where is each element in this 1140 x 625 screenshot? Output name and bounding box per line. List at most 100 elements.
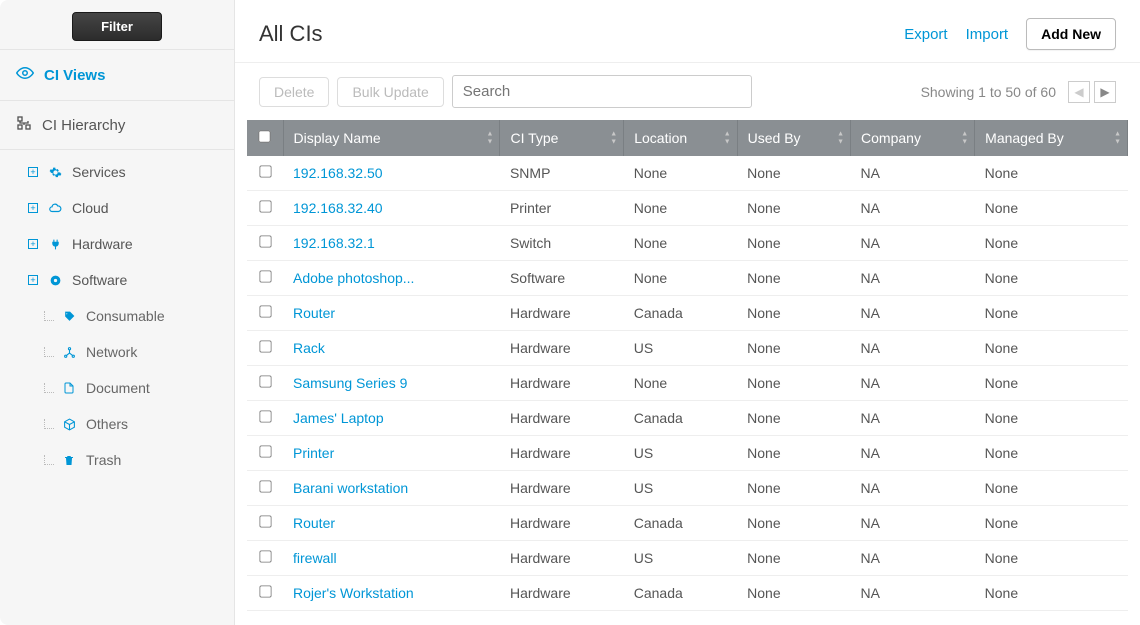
cell-location: Canada	[624, 576, 737, 611]
display-name-link[interactable]: Adobe photoshop...	[293, 270, 414, 286]
tree-line-icon	[44, 383, 54, 393]
column-header-location[interactable]: Location▲▼	[624, 120, 737, 156]
add-new-button[interactable]: Add New	[1026, 18, 1116, 50]
delete-button[interactable]: Delete	[259, 77, 329, 107]
tree-line-icon	[44, 419, 54, 429]
row-checkbox[interactable]	[259, 235, 271, 247]
cell-type: Software	[500, 261, 624, 296]
row-checkbox[interactable]	[259, 410, 271, 422]
page-next-button[interactable]: ▶	[1094, 81, 1116, 103]
trash-icon	[62, 453, 76, 467]
sidebar-item-cloud[interactable]: +Cloud	[0, 190, 234, 226]
cell-location: None	[624, 226, 737, 261]
sidebar-item-consumable[interactable]: Consumable	[0, 298, 234, 334]
row-checkbox[interactable]	[259, 445, 271, 457]
cell-company: NA	[851, 401, 975, 436]
gear-icon	[48, 165, 62, 179]
display-name-link[interactable]: Rack	[293, 340, 325, 356]
row-checkbox[interactable]	[259, 515, 271, 527]
ci-table: Display Name▲▼CI Type▲▼Location▲▼Used By…	[247, 120, 1128, 611]
cell-type: Hardware	[500, 401, 624, 436]
sidebar-item-network[interactable]: Network	[0, 334, 234, 370]
row-checkbox[interactable]	[259, 270, 271, 282]
expand-icon[interactable]: +	[28, 275, 38, 285]
expand-icon[interactable]: +	[28, 167, 38, 177]
page-prev-button[interactable]: ◀	[1068, 81, 1090, 103]
display-name-link[interactable]: Rojer's Workstation	[293, 585, 414, 601]
cell-used-by: None	[737, 331, 850, 366]
cell-managed-by: None	[975, 436, 1128, 471]
sort-icon[interactable]: ▲▼	[724, 131, 731, 146]
row-checkbox[interactable]	[259, 340, 271, 352]
display-name-link[interactable]: James' Laptop	[293, 410, 384, 426]
table-row: PrinterHardwareUSNoneNANone	[247, 436, 1128, 471]
cell-used-by: None	[737, 261, 850, 296]
expand-icon[interactable]: +	[28, 239, 38, 249]
row-checkbox[interactable]	[259, 480, 271, 492]
cloud-icon	[48, 201, 62, 215]
cell-managed-by: None	[975, 261, 1128, 296]
column-header-ci-type[interactable]: CI Type▲▼	[500, 120, 624, 156]
column-header-managed-by[interactable]: Managed By▲▼	[975, 120, 1128, 156]
display-name-link[interactable]: Barani workstation	[293, 480, 408, 496]
cell-location: None	[624, 156, 737, 191]
cell-company: NA	[851, 156, 975, 191]
cell-used-by: None	[737, 401, 850, 436]
cell-used-by: None	[737, 226, 850, 261]
sort-icon[interactable]: ▲▼	[1114, 131, 1121, 146]
cell-company: NA	[851, 576, 975, 611]
row-checkbox[interactable]	[259, 305, 271, 317]
row-checkbox[interactable]	[259, 550, 271, 562]
display-name-link[interactable]: Printer	[293, 445, 334, 461]
cell-managed-by: None	[975, 366, 1128, 401]
row-checkbox[interactable]	[259, 585, 271, 597]
cell-location: Canada	[624, 506, 737, 541]
sidebar-item-services[interactable]: +Services	[0, 154, 234, 190]
row-checkbox[interactable]	[259, 165, 271, 177]
filter-button[interactable]: Filter	[72, 12, 162, 41]
sort-icon[interactable]: ▲▼	[487, 131, 494, 146]
ci-hierarchy-header[interactable]: CI Hierarchy	[0, 101, 234, 150]
select-all-header[interactable]	[247, 120, 283, 156]
select-all-checkbox[interactable]	[259, 130, 271, 142]
expand-icon[interactable]: +	[28, 203, 38, 213]
sort-icon[interactable]: ▲▼	[610, 131, 617, 146]
ci-views-header[interactable]: CI Views	[0, 49, 234, 101]
bulk-update-button[interactable]: Bulk Update	[337, 77, 443, 107]
row-checkbox[interactable]	[259, 375, 271, 387]
column-header-display-name[interactable]: Display Name▲▼	[283, 120, 500, 156]
sidebar-item-trash[interactable]: Trash	[0, 442, 234, 478]
column-header-company[interactable]: Company▲▼	[851, 120, 975, 156]
cell-managed-by: None	[975, 506, 1128, 541]
table-row: RackHardwareUSNoneNANone	[247, 331, 1128, 366]
display-name-link[interactable]: Samsung Series 9	[293, 375, 407, 391]
cell-company: NA	[851, 471, 975, 506]
cell-managed-by: None	[975, 226, 1128, 261]
display-name-link[interactable]: 192.168.32.1	[293, 235, 375, 251]
cell-location: Canada	[624, 401, 737, 436]
display-name-link[interactable]: 192.168.32.40	[293, 200, 383, 216]
sidebar-item-software[interactable]: +Software	[0, 262, 234, 298]
caret-left-icon: ◀	[1074, 85, 1083, 99]
import-button[interactable]: Import	[966, 26, 1009, 43]
column-header-used-by[interactable]: Used By▲▼	[737, 120, 850, 156]
eye-icon	[16, 64, 34, 86]
document-icon	[62, 381, 76, 395]
display-name-link[interactable]: Router	[293, 305, 335, 321]
cell-type: Hardware	[500, 471, 624, 506]
sidebar-item-document[interactable]: Document	[0, 370, 234, 406]
sort-icon[interactable]: ▲▼	[837, 131, 844, 146]
search-input[interactable]	[452, 75, 752, 108]
sidebar-item-label: Trash	[86, 452, 121, 468]
sidebar-item-hardware[interactable]: +Hardware	[0, 226, 234, 262]
export-button[interactable]: Export	[904, 26, 947, 43]
row-checkbox[interactable]	[259, 200, 271, 212]
sort-icon[interactable]: ▲▼	[961, 131, 968, 146]
cell-managed-by: None	[975, 471, 1128, 506]
sidebar-item-others[interactable]: Others	[0, 406, 234, 442]
cell-location: US	[624, 541, 737, 576]
display-name-link[interactable]: firewall	[293, 550, 337, 566]
table-row: Rojer's WorkstationHardwareCanadaNoneNAN…	[247, 576, 1128, 611]
display-name-link[interactable]: 192.168.32.50	[293, 165, 383, 181]
display-name-link[interactable]: Router	[293, 515, 335, 531]
